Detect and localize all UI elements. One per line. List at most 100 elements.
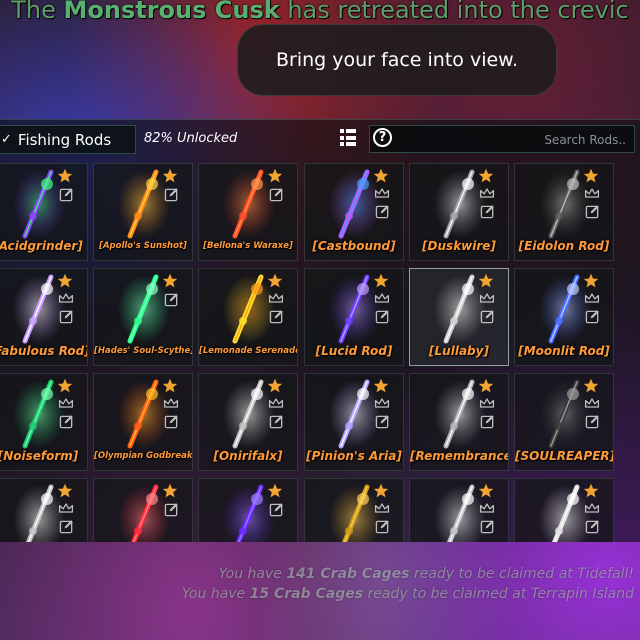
rod-card[interactable] xyxy=(93,478,193,542)
edit-icon[interactable] xyxy=(59,187,74,202)
edit-icon[interactable] xyxy=(59,309,74,324)
edit-icon[interactable] xyxy=(164,502,179,517)
rod-card[interactable]: [Remembrance] xyxy=(409,373,509,471)
rod-card[interactable]: [SOULREAPER] xyxy=(514,373,614,471)
star-icon[interactable] xyxy=(478,378,494,394)
edit-icon[interactable] xyxy=(480,204,495,219)
star-icon[interactable] xyxy=(162,483,178,499)
edit-icon[interactable] xyxy=(585,204,600,219)
rod-card[interactable]: [Bellona's Waraxe] xyxy=(198,163,298,261)
star-icon[interactable] xyxy=(583,483,599,499)
rod-name: [Lullaby] xyxy=(429,344,489,358)
edit-icon[interactable] xyxy=(585,519,600,534)
star-icon[interactable] xyxy=(478,168,494,184)
rod-card[interactable]: [Hades' Soul-Scythe] xyxy=(93,268,193,366)
edit-icon[interactable] xyxy=(480,414,495,429)
rod-card[interactable]: [Duskwire] xyxy=(409,163,509,261)
edit-icon[interactable] xyxy=(59,414,74,429)
star-icon[interactable] xyxy=(478,483,494,499)
rod-card[interactable]: [Castbound] xyxy=(304,163,404,261)
star-icon[interactable] xyxy=(583,378,599,394)
rod-grid: [Acidgrinder] [Apollo's Sunshot] [Bellona'… xyxy=(0,163,640,542)
crown-icon[interactable] xyxy=(584,292,600,304)
rod-card[interactable] xyxy=(198,478,298,542)
crown-icon[interactable] xyxy=(479,187,495,199)
grid-view-icon[interactable] xyxy=(340,129,358,147)
crown-icon[interactable] xyxy=(374,397,390,409)
crown-icon[interactable] xyxy=(584,502,600,514)
star-icon[interactable] xyxy=(57,273,73,289)
star-icon[interactable] xyxy=(478,273,494,289)
edit-icon[interactable] xyxy=(375,414,390,429)
rod-card[interactable]: [Lullaby] xyxy=(409,268,509,366)
crown-icon[interactable] xyxy=(374,502,390,514)
crown-icon[interactable] xyxy=(268,397,284,409)
star-icon[interactable] xyxy=(373,378,389,394)
edit-icon[interactable] xyxy=(164,414,179,429)
edit-icon[interactable] xyxy=(585,414,600,429)
rod-card[interactable] xyxy=(0,478,88,542)
edit-icon[interactable] xyxy=(269,309,284,324)
rod-card[interactable]: [Moonlit Rod] xyxy=(514,268,614,366)
edit-icon[interactable] xyxy=(480,309,495,324)
rod-card[interactable]: [Lemonade Serenade] xyxy=(198,268,298,366)
edit-icon[interactable] xyxy=(269,414,284,429)
rod-card[interactable]: [Onirifalx] xyxy=(198,373,298,471)
crown-icon[interactable] xyxy=(584,187,600,199)
rod-card[interactable]: [Fabulous Rod] xyxy=(0,268,88,366)
star-icon[interactable] xyxy=(57,378,73,394)
edit-icon[interactable] xyxy=(269,502,284,517)
rod-card[interactable]: [Lucid Rod] xyxy=(304,268,404,366)
crown-icon[interactable] xyxy=(479,397,495,409)
star-icon[interactable] xyxy=(162,168,178,184)
rod-name: [Duskwire] xyxy=(422,239,496,253)
search-input[interactable] xyxy=(424,130,628,150)
crown-icon[interactable] xyxy=(58,397,74,409)
star-icon[interactable] xyxy=(583,273,599,289)
star-icon[interactable] xyxy=(267,168,283,184)
crown-icon[interactable] xyxy=(479,502,495,514)
star-icon[interactable] xyxy=(373,168,389,184)
rod-card[interactable]: [Acidgrinder] xyxy=(0,163,88,261)
rod-name: [Lucid Rod] xyxy=(315,344,393,358)
rod-card[interactable]: [Noiseform] xyxy=(0,373,88,471)
crown-icon[interactable] xyxy=(374,292,390,304)
star-icon[interactable] xyxy=(57,168,73,184)
edit-icon[interactable] xyxy=(164,187,179,202)
crown-icon[interactable] xyxy=(479,292,495,304)
star-icon[interactable] xyxy=(583,168,599,184)
rod-card[interactable]: [Eidolon Rod] xyxy=(514,163,614,261)
rod-card[interactable]: [Pinion's Aria] xyxy=(304,373,404,471)
edit-icon[interactable] xyxy=(269,187,284,202)
crown-icon[interactable] xyxy=(163,397,179,409)
star-icon[interactable] xyxy=(267,378,283,394)
edit-icon[interactable] xyxy=(375,519,390,534)
crown-icon[interactable] xyxy=(584,397,600,409)
category-dropdown[interactable]: ✓ Fishing Rods xyxy=(0,125,136,154)
edit-icon[interactable] xyxy=(164,292,179,307)
edit-icon[interactable] xyxy=(480,519,495,534)
star-icon[interactable] xyxy=(267,273,283,289)
rod-card[interactable] xyxy=(409,478,509,542)
star-icon[interactable] xyxy=(267,483,283,499)
crown-icon[interactable] xyxy=(268,292,284,304)
edit-icon[interactable] xyxy=(375,204,390,219)
help-icon[interactable]: ? xyxy=(373,128,392,147)
edit-icon[interactable] xyxy=(585,309,600,324)
crown-icon[interactable] xyxy=(374,187,390,199)
star-icon[interactable] xyxy=(373,273,389,289)
rod-card[interactable] xyxy=(514,478,614,542)
edit-icon[interactable] xyxy=(59,519,74,534)
crab-cage-notice: You have 141 Crab Cages ready to be clai… xyxy=(218,566,634,582)
star-icon[interactable] xyxy=(57,483,73,499)
crown-icon[interactable] xyxy=(58,292,74,304)
crown-icon[interactable] xyxy=(58,502,74,514)
rod-card[interactable]: [Olympian Godbreaker] xyxy=(93,373,193,471)
rod-name: [Onirifalx] xyxy=(213,449,283,463)
rod-card[interactable] xyxy=(304,478,404,542)
star-icon[interactable] xyxy=(373,483,389,499)
edit-icon[interactable] xyxy=(375,309,390,324)
star-icon[interactable] xyxy=(162,378,178,394)
rod-card[interactable]: [Apollo's Sunshot] xyxy=(93,163,193,261)
star-icon[interactable] xyxy=(162,273,178,289)
